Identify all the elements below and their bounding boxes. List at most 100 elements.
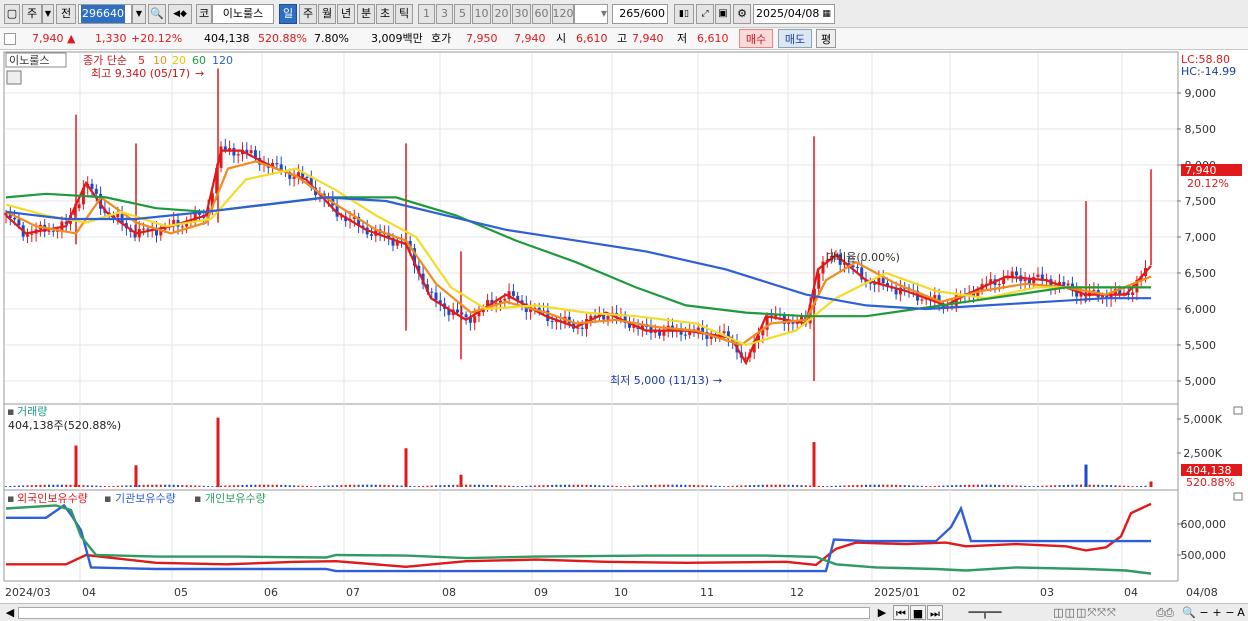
sound-icon[interactable]: ◀◆ — [168, 4, 192, 24]
date-input[interactable]: 2025/04/08 ▦ — [753, 4, 835, 24]
tab-week[interactable]: 주 — [299, 4, 317, 24]
tab-tick-label: 틱 — [398, 7, 410, 20]
candle-body — [17, 219, 21, 226]
volume-bar — [9, 485, 12, 487]
price-tick-label: 5,500 — [1185, 339, 1217, 352]
last-price-tag: 7,940 — [1185, 164, 1217, 177]
date-value: 2025/04/08 — [756, 7, 820, 20]
candle-body — [1062, 282, 1066, 286]
tab-year[interactable]: 년 — [337, 4, 355, 24]
tab-day[interactable]: 일 — [279, 4, 297, 24]
code-dropdown-icon[interactable]: ▼ — [132, 4, 146, 24]
tab-month[interactable]: 월 — [318, 4, 336, 24]
volume-bar — [52, 484, 55, 487]
draw-tool-icon[interactable]: ⤢ — [696, 4, 714, 24]
interval-dropdown[interactable]: ▼ — [574, 4, 608, 24]
volume-bar — [263, 484, 265, 487]
volume-bar — [791, 484, 794, 487]
interval-20[interactable]: 20 — [492, 4, 511, 24]
volume-bar — [35, 484, 38, 487]
interval-60[interactable]: 60 — [532, 4, 551, 24]
candle-body — [456, 309, 459, 313]
indicator-list-icon[interactable] — [6, 70, 22, 85]
candle-type-icon[interactable]: ▮▯ — [674, 4, 694, 24]
interval-1[interactable]: 1 — [418, 4, 435, 24]
holdings-panel-close-icon[interactable] — [1233, 492, 1243, 501]
tab-second[interactable]: 초 — [376, 4, 394, 24]
market-code-button[interactable]: 코 — [196, 4, 212, 24]
individual-square-icon: ▪ — [194, 492, 201, 505]
chart-tool-icons[interactable]: ◫◫◫⤧⤧⤧ — [1025, 605, 1145, 620]
volume-bar — [172, 484, 175, 487]
scroll-left-icon[interactable]: ◀ — [4, 605, 16, 620]
ma-legend-label: 종가 단순 — [83, 54, 127, 67]
zoom-icon[interactable]: 🔍 — [1182, 605, 1196, 620]
prev-button[interactable]: 전 — [56, 4, 76, 24]
interval-10[interactable]: 10 — [472, 4, 491, 24]
first-page-icon[interactable]: ⏮ — [893, 605, 909, 620]
tab-minute[interactable]: 분 — [357, 4, 375, 24]
search-icon[interactable]: 🔍 — [148, 4, 166, 24]
interval-5[interactable]: 5 — [454, 4, 471, 24]
candle-body — [275, 162, 279, 165]
volume-bar — [125, 485, 128, 487]
price-tick-label: 8,500 — [1185, 123, 1217, 136]
print-icon[interactable]: ⎙⎙ — [1150, 605, 1180, 620]
trade-value: 3,009백만 — [371, 32, 423, 45]
settings-icon[interactable]: ⚙ — [733, 4, 751, 24]
volume-bar — [443, 485, 446, 487]
horizontal-scrollbar[interactable] — [18, 607, 870, 619]
volume-bar — [972, 484, 975, 487]
volume-bar — [568, 484, 571, 487]
zoom-in-icon[interactable]: + — [1211, 605, 1223, 620]
volume-bar — [189, 485, 192, 487]
zoom-out-icon[interactable]: − — [1198, 605, 1210, 620]
interval-3[interactable]: 3 — [436, 4, 453, 24]
volume-bar — [641, 485, 644, 487]
volume-bar — [800, 485, 803, 487]
volume-bar — [671, 484, 674, 487]
buy-button[interactable]: 매수 — [739, 29, 773, 48]
sell-button[interactable]: 매도 — [778, 29, 812, 48]
candle-body — [51, 230, 55, 232]
interval-120[interactable]: 120 — [552, 4, 574, 24]
volume-panel-close-icon[interactable] — [1233, 406, 1243, 415]
candle-body — [77, 204, 81, 209]
last-pct-tag: 20.12% — [1187, 177, 1229, 190]
change-amount: 1,330 — [95, 32, 127, 45]
candle-body — [249, 150, 253, 154]
quote-toggle-icon[interactable] — [4, 33, 16, 45]
volume-bar — [1140, 485, 1143, 487]
candle-body — [370, 234, 373, 236]
interval-30[interactable]: 30 — [512, 4, 531, 24]
chart-area[interactable]: 9,0008,5008,0007,5007,0006,5006,0005,500… — [0, 50, 1248, 603]
volume-bar — [353, 484, 356, 487]
price-tick-label: 5,000 — [1185, 375, 1217, 388]
volume-spike-bar — [812, 442, 816, 487]
volume-bar — [91, 485, 93, 487]
volume-bar — [108, 486, 111, 487]
eval-button[interactable]: 평 — [816, 29, 836, 48]
volume-bar — [929, 486, 932, 487]
volume-bar — [529, 485, 532, 487]
next-page-icon[interactable]: ⏭ — [927, 605, 943, 620]
tab-minute-label: 분 — [360, 7, 372, 20]
count-field[interactable]: 265/600 — [612, 4, 668, 24]
zoom-slider[interactable]: ━━┳━━ — [950, 605, 1020, 620]
candle-body — [305, 176, 309, 178]
volume-ratio: 520.88% — [258, 32, 307, 45]
volume-bar — [336, 485, 339, 487]
volume-bar — [615, 485, 618, 487]
tab-tick[interactable]: 틱 — [395, 4, 413, 24]
stock-code-input[interactable]: 296640 — [78, 4, 132, 24]
stop-icon[interactable]: ■ — [910, 605, 926, 620]
window-menu-icon[interactable]: ▢ — [4, 4, 20, 24]
volume-bar — [951, 485, 953, 487]
volume-bar — [331, 485, 334, 487]
market-dropdown-icon[interactable]: ▼ — [42, 4, 54, 24]
auto-scale-icon[interactable]: A — [1235, 605, 1247, 620]
save-icon[interactable]: ▣ — [715, 4, 731, 24]
calendar-icon[interactable]: ▦ — [822, 5, 831, 23]
scroll-right-icon[interactable]: ▶ — [876, 605, 888, 620]
market-select[interactable]: 주 — [22, 4, 42, 24]
